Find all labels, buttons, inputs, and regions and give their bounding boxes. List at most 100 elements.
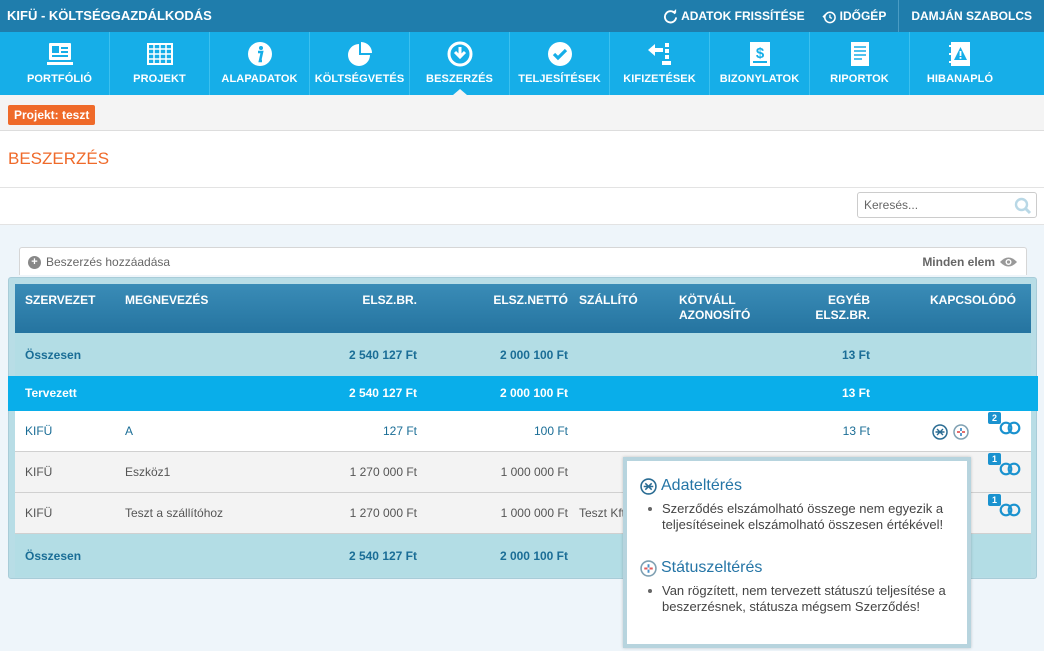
user-name: DAMJÁN SZABOLCS	[911, 9, 1032, 23]
warning-icons[interactable]	[932, 424, 969, 440]
col-header-org[interactable]: SZERVEZET	[25, 293, 95, 308]
data-mismatch-icon	[640, 477, 657, 495]
project-bar: Projekt: teszt	[0, 95, 1044, 131]
related-count-badge: 1	[988, 453, 1001, 465]
cell-org: KIFÜ	[25, 424, 53, 438]
planned-other: 13 Ft	[841, 386, 870, 400]
title-bar: BESZERZÉS	[0, 131, 1044, 188]
app-title: KIFÜ - KÖLTSÉGGAZDÁLKODÁS	[7, 8, 212, 23]
cell-name[interactable]: A	[125, 424, 133, 438]
cell-gross: 1 270 000 Ft	[349, 465, 417, 479]
check-circle-icon	[546, 40, 574, 68]
link-rings-icon	[999, 462, 1021, 476]
cell-name[interactable]: Teszt a szállítóhoz	[125, 506, 223, 520]
nav-item-project[interactable]: PROJEKT	[110, 32, 210, 95]
planned-gross: 2 540 127 Ft	[348, 386, 417, 400]
time-machine-button[interactable]: IDŐGÉP	[813, 0, 895, 32]
table-row[interactable]: KIFÜ A 127 Ft 100 Ft 13 Ft 2	[15, 411, 1031, 452]
cell-gross: 127 Ft	[382, 424, 417, 438]
nav-item-base-data[interactable]: ALAPADATOK	[210, 32, 310, 95]
top-actions: ADATOK FRISSÍTÉSE IDŐGÉP DAMJÁN SZABOLCS	[655, 0, 1044, 32]
nav-item-procurement[interactable]: BESZERZÉS	[410, 32, 510, 95]
top-bar: KIFÜ - KÖLTSÉGGAZDÁLKODÁS ADATOK FRISSÍT…	[0, 0, 1044, 32]
tooltip-text: Van rögzített, nem tervezett státuszú te…	[640, 583, 950, 614]
tooltip-list: Szerződés elszámolható összege nem egyez…	[640, 501, 950, 532]
col-header-commitment-line2: AZONOSÍTÓ	[679, 308, 751, 322]
related-link[interactable]: 1	[988, 494, 1021, 517]
nav-item-documents[interactable]: $ BIZONYLATOK	[710, 32, 810, 95]
info-icon	[246, 40, 274, 68]
all-items-toggle[interactable]: Minden elem	[922, 255, 1018, 269]
download-circle-icon	[446, 40, 474, 68]
total-label: Összesen	[25, 348, 82, 362]
related-count-badge: 1	[988, 494, 1001, 506]
related-link[interactable]: 1	[988, 453, 1021, 476]
clock-icon	[822, 11, 836, 23]
nav-item-label: RIPORTOK	[830, 73, 889, 85]
pie-chart-icon	[346, 40, 374, 68]
eye-icon	[1000, 257, 1017, 267]
portfolio-icon	[46, 40, 74, 68]
status-mismatch-icon[interactable]	[953, 424, 969, 440]
cell-name[interactable]: Eszköz1	[125, 465, 170, 479]
report-document-icon	[846, 40, 874, 68]
total-net: 2 000 100 Ft	[499, 549, 568, 563]
col-header-commitment-id[interactable]: KÖTVÁLL AZONOSÍTÓ	[679, 293, 750, 323]
nav-item-label: BIZONYLATOK	[719, 73, 800, 85]
nav-item-payments[interactable]: KIFIZETÉSEK	[610, 32, 710, 95]
nav-item-reports[interactable]: RIPORTOK	[810, 32, 910, 95]
total-net: 2 000 100 Ft	[499, 348, 568, 362]
total-gross: 2 540 127 Ft	[348, 348, 417, 362]
payment-arrow-icon	[646, 40, 674, 68]
cell-gross: 1 270 000 Ft	[349, 506, 417, 520]
planned-label: Tervezett	[25, 386, 77, 400]
time-machine-label: IDŐGÉP	[839, 9, 887, 23]
plus-icon: +	[28, 255, 41, 269]
refresh-data-button[interactable]: ADATOK FRISSÍTÉSE	[655, 0, 813, 32]
nav-item-label: HIBANAPLÓ	[926, 73, 994, 85]
all-items-label: Minden elem	[922, 255, 995, 269]
col-header-name[interactable]: MEGNEVEZÉS	[125, 293, 208, 308]
cell-net: 1 000 000 Ft	[500, 465, 568, 479]
nav-item-budget[interactable]: KÖLTSÉGVETÉS	[310, 32, 410, 95]
col-header-related[interactable]: KAPCSOLÓDÓ	[930, 293, 1016, 308]
total-row: Összesen 2 540 127 Ft 2 000 100 Ft 13 Ft	[15, 333, 1031, 376]
grid-icon	[146, 40, 174, 68]
page-title: BESZERZÉS	[8, 149, 110, 168]
user-menu[interactable]: DAMJÁN SZABOLCS	[898, 0, 1044, 32]
data-mismatch-icon[interactable]	[932, 424, 948, 440]
nav-item-label: KÖLTSÉGVETÉS	[314, 73, 405, 85]
add-procurement-button[interactable]: + Beszerzés hozzáadása	[28, 255, 170, 269]
link-rings-icon	[999, 421, 1021, 435]
nav-item-portfolio[interactable]: PORTFÓLIÓ	[10, 32, 110, 95]
refresh-icon	[664, 8, 678, 23]
cell-net: 100 Ft	[533, 424, 568, 438]
col-header-other-gross[interactable]: EGYÉB ELSZ.BR.	[770, 293, 870, 323]
tooltip-text: Szerződés elszámolható összege nem egyez…	[640, 501, 950, 532]
col-header-gross[interactable]: ELSZ.BR.	[317, 293, 417, 308]
tooltip-title: Státuszeltérés	[661, 559, 763, 576]
nav-item-fulfilments[interactable]: TELJESÍTÉSEK	[510, 32, 610, 95]
nav-item-label: KIFIZETÉSEK	[623, 73, 696, 85]
total-other: 13 Ft	[841, 348, 870, 362]
tooltip-heading: Státuszeltérés	[640, 559, 950, 577]
nav-item-error-log[interactable]: HIBANAPLÓ	[910, 32, 1010, 95]
planned-group-row[interactable]: Tervezett 2 540 127 Ft 2 000 100 Ft 13 F…	[8, 376, 1038, 411]
col-header-other-line2: ELSZ.BR.	[815, 308, 870, 322]
col-header-other-line1: EGYÉB	[827, 293, 870, 307]
total-label: Összesen	[25, 549, 82, 563]
planned-net: 2 000 100 Ft	[499, 386, 568, 400]
warning-tooltip: Adateltérés Szerződés elszámolható össze…	[623, 457, 971, 648]
related-link[interactable]: 2	[988, 412, 1021, 435]
col-header-supplier[interactable]: SZÁLLÍTÓ	[579, 293, 638, 308]
project-badge[interactable]: Projekt: teszt	[8, 105, 96, 125]
cell-net: 1 000 000 Ft	[500, 506, 568, 520]
add-procurement-label: Beszerzés hozzáadása	[46, 255, 171, 269]
tooltip-list: Van rögzített, nem tervezett státuszú te…	[640, 583, 950, 614]
search-input[interactable]	[858, 193, 1008, 217]
col-header-net[interactable]: ELSZ.NETTÓ	[468, 293, 568, 308]
cell-supplier: Teszt Kft	[579, 506, 626, 520]
search-icon[interactable]	[1014, 197, 1032, 215]
nav-item-label: BESZERZÉS	[426, 73, 493, 85]
svg-text:$: $	[755, 45, 764, 62]
